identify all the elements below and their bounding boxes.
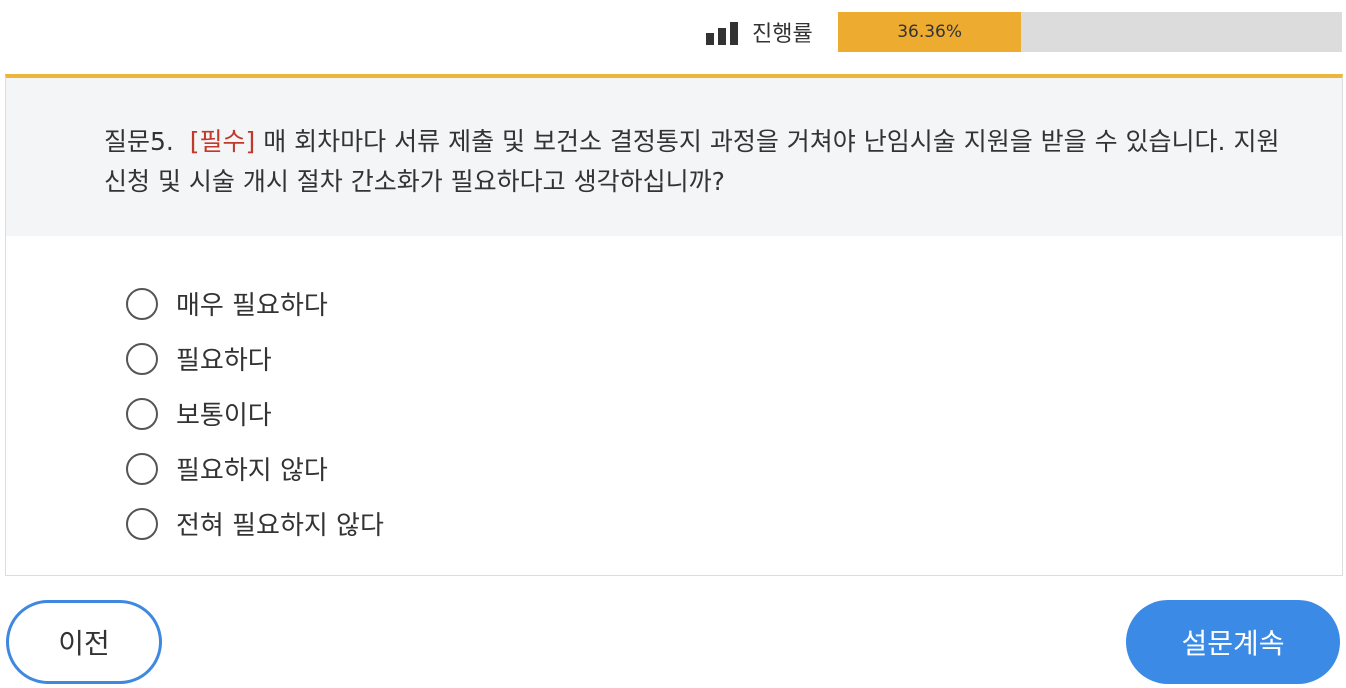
option-not-necessary[interactable]: 필요하지 않다 (126, 441, 384, 496)
progress-section: 진행률 36.36% (0, 12, 1346, 52)
option-neutral[interactable]: 보통이다 (126, 386, 384, 441)
continue-survey-button[interactable]: 설문계속 (1126, 600, 1340, 684)
option-label: 매우 필요하다 (176, 291, 328, 321)
progress-percent: 36.36% (897, 22, 963, 42)
option-label: 보통이다 (176, 401, 272, 431)
radio-button[interactable] (126, 342, 158, 375)
question-number: 질문5. (104, 127, 174, 156)
progress-label: 진행률 (752, 22, 813, 47)
answer-options: 매우 필요하다 필요하다 보통이다 필요하지 않다 전혀 필요하지 않다 (126, 276, 384, 551)
radio-button[interactable] (126, 287, 158, 320)
question-text: 질문5. [필수] 매 회차마다 서류 제출 및 보건소 결정통지 과정을 거쳐… (104, 122, 1294, 202)
bar-chart-icon (706, 21, 742, 45)
required-badge: [필수] (189, 127, 256, 156)
progress-fill: 36.36% (838, 12, 1022, 52)
radio-button[interactable] (126, 507, 158, 540)
option-label: 전혀 필요하지 않다 (176, 511, 384, 541)
option-necessary[interactable]: 필요하다 (126, 331, 384, 386)
question-box: 질문5. [필수] 매 회차마다 서류 제출 및 보건소 결정통지 과정을 거쳐… (6, 78, 1342, 236)
radio-button[interactable] (126, 452, 158, 485)
radio-button[interactable] (126, 397, 158, 430)
question-body: 매 회차마다 서류 제출 및 보건소 결정통지 과정을 거쳐야 난임시술 지원을… (104, 127, 1280, 196)
option-not-at-all-necessary[interactable]: 전혀 필요하지 않다 (126, 496, 384, 551)
progress-bar: 36.36% (838, 12, 1342, 52)
option-very-necessary[interactable]: 매우 필요하다 (126, 276, 384, 331)
prev-button[interactable]: 이전 (6, 600, 162, 684)
option-label: 필요하다 (176, 346, 272, 376)
question-card: 질문5. [필수] 매 회차마다 서류 제출 및 보건소 결정통지 과정을 거쳐… (5, 74, 1343, 576)
option-label: 필요하지 않다 (176, 456, 328, 486)
